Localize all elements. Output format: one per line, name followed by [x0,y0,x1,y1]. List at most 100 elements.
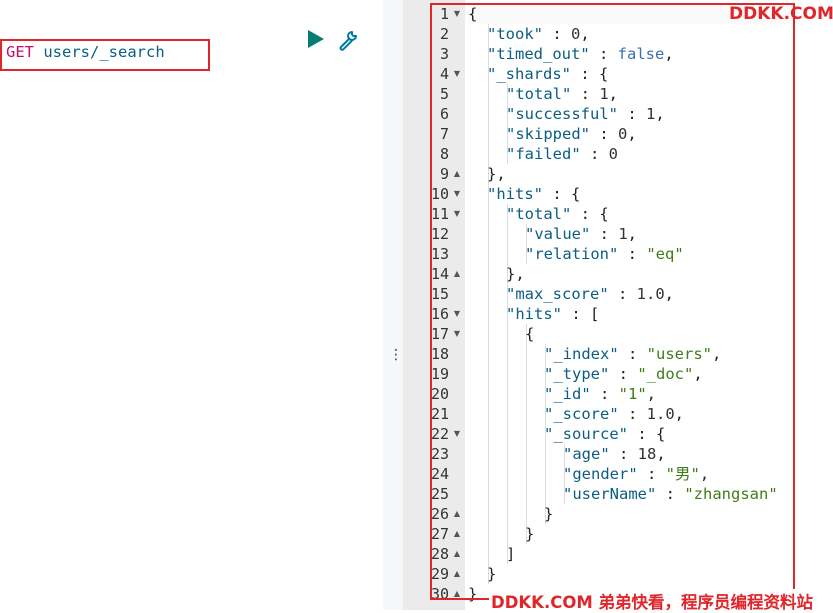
code-token-key: "age" [563,445,610,463]
line-number: 21 [430,405,449,423]
fold-open-icon[interactable]: ▼ [452,424,462,444]
code-token-str: "_doc" [637,365,694,383]
code-line: "hits" : [ [506,304,599,324]
fold-open-icon[interactable]: ▼ [452,324,462,344]
fold-open-icon[interactable]: ▼ [452,184,462,204]
fold-close-icon[interactable]: ▲ [452,504,462,524]
resize-handle-icon[interactable]: ⋮ [389,348,403,362]
fold-open-icon[interactable]: ▼ [452,204,462,224]
code-token-punc: , [655,105,665,123]
response-viewer: {"took" : 0, "timed_out" : false, "_shards… [403,0,833,610]
line-number: 24 [430,465,449,483]
indent-guide [526,324,527,544]
code-token-punc: : [ [562,305,600,323]
code-token-key: "value" [525,225,591,243]
code-line: "took" : 0, [487,24,590,44]
code-token-punc: , [711,345,722,363]
fold-open-icon[interactable]: ▼ [452,64,462,84]
line-number: 6 [439,105,449,123]
code-line: }, [506,264,525,284]
code-line: }, [487,164,506,184]
code-line: "timed_out" : false, [487,44,674,64]
code-line: "_index" : "users", [544,344,721,364]
fold-close-icon[interactable]: ▲ [452,164,462,184]
line-number: 11 [430,205,449,223]
code-line: "_type" : "_doc", [544,364,703,384]
fold-close-icon[interactable]: ▲ [452,544,462,564]
code-line: "skipped" : 0, [506,124,637,144]
code-line: } [544,504,553,524]
code-token-punc: : [637,465,666,483]
line-number: 18 [430,345,449,363]
line-number: 26 [430,505,449,523]
code-token-num: 0 [571,25,581,43]
code-token-punc: , [664,285,674,303]
code-token-key: "_source" [544,425,628,443]
code-token-punc: } [544,505,554,523]
code-token-key: "relation" [525,245,619,263]
code-token-num: 0 [618,125,628,143]
request-editor[interactable]: GET users/_search [0,0,383,610]
code-token-num: 1.0 [636,285,665,303]
line-number: 8 [439,145,449,163]
line-number: 23 [430,445,449,463]
line-number: 22 [430,425,449,443]
play-icon [308,30,324,48]
line-number: 4 [439,65,449,83]
code-token-key: "userName" [563,485,657,503]
pane-divider[interactable] [383,0,403,610]
indent-guide [488,24,489,584]
code-token-punc: : { [571,205,609,223]
code-token-num: 1.0 [646,405,675,423]
line-number: 16 [430,305,449,323]
fold-close-icon[interactable]: ▲ [452,584,462,604]
code-token-key: "successful" [506,105,618,123]
code-token-key: "total" [506,205,572,223]
line-number: 9 [439,165,449,183]
line-number: 1 [439,5,449,23]
code-token-punc: : [543,25,571,43]
fold-open-icon[interactable]: ▼ [452,4,462,24]
code-line: "total" : { [506,204,609,224]
fold-open-icon[interactable]: ▼ [452,304,462,324]
line-number: 14 [430,265,449,283]
code-token-key: "gender" [563,465,638,483]
code-line: { [468,4,477,24]
settings-button[interactable] [337,28,361,52]
code-token-punc: : [589,45,618,63]
code-token-punc: : [608,285,637,303]
code-token-punc: , [580,25,590,43]
code-token-key: "failed" [506,145,581,163]
code-token-key: "_score" [544,405,619,423]
line-number: 30 [430,585,449,603]
fold-close-icon[interactable]: ▲ [452,524,462,544]
code-line: "value" : 1, [525,224,637,244]
code-line: } [468,584,477,604]
code-token-key: "max_score" [506,285,609,303]
code-token-punc: , [693,365,703,383]
code-token-punc: : [618,405,647,423]
line-number: 29 [430,565,449,583]
watermark-bottom: DDKK.COM 弟弟快看，程序员编程资料站 [489,589,816,613]
code-token-punc: : [618,345,647,363]
run-button[interactable] [306,29,326,49]
code-token-punc: } [525,525,535,543]
code-token-num: 1 [618,225,628,243]
code-token-str: "男" [665,465,700,483]
code-token-key: "took" [487,25,543,43]
code-token-punc: : { [543,185,581,203]
line-number: 19 [430,365,449,383]
code-token-key: "hits" [487,185,543,203]
code-token-punc: } [468,585,478,603]
code-token-num: 1 [599,85,609,103]
code-line: "failed" : 0 [506,144,618,164]
watermark-top: DDKK.COM [729,4,833,24]
code-token-key: "_shards" [487,65,571,83]
code-token-punc: : [618,245,647,263]
line-number: 13 [430,245,449,263]
code-token-punc: } [487,565,497,583]
fold-close-icon[interactable]: ▲ [452,564,462,584]
fold-close-icon[interactable]: ▲ [452,264,462,284]
code-token-punc: , [627,125,637,143]
code-token-punc: : [656,485,685,503]
